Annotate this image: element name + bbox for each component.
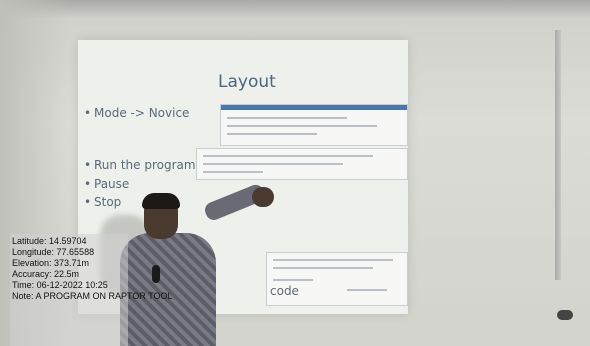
ceiling	[0, 0, 590, 18]
slide-screenshot	[220, 104, 408, 146]
presenter-hand	[252, 187, 274, 207]
slide-title: Layout	[218, 72, 276, 92]
slide-screenshot-line	[203, 163, 343, 165]
geotag-latitude: Latitude: 14.59704	[12, 236, 87, 246]
cctv-camera	[557, 310, 573, 320]
slide-bullet: Run the program	[84, 158, 196, 172]
presenter-shirt	[120, 233, 216, 346]
slide-screenshot-line	[203, 155, 373, 157]
slide-screenshot-line	[203, 171, 263, 173]
slide-screenshot-line	[227, 125, 377, 127]
slide-screenshot-line	[347, 289, 387, 291]
geotag-time: Time: 06-12-2022 10:25	[12, 280, 108, 290]
microphone	[152, 265, 160, 283]
slide-bullet: Mode -> Novice	[84, 106, 190, 120]
slide-screenshot-line	[227, 133, 317, 135]
geotag-longitude: Longitude: 77.65588	[12, 247, 95, 257]
slide-bullet: Pause	[84, 177, 129, 191]
photo-scene: Layout Mode -> Novice Run the program Pa…	[0, 0, 590, 346]
slide-code-text: code	[270, 284, 299, 298]
slide-bullet: Stop	[84, 195, 121, 209]
geotag-accuracy: Accuracy: 22.5m	[12, 269, 80, 279]
slide-screenshot-line	[273, 267, 373, 269]
slide-screenshot-titlebar	[221, 105, 407, 110]
geotag-elevation: Elevation: 373.71m	[12, 258, 90, 268]
slide-screenshot	[196, 148, 408, 180]
slide-screenshot-line	[273, 279, 313, 281]
presenter	[120, 182, 274, 346]
geotag-note: Note: A PROGRAM ON RAPTOR TOOL	[12, 291, 173, 301]
slide-screenshot-line	[227, 117, 347, 119]
wall-pipe	[555, 30, 561, 280]
slide-screenshot-line	[273, 259, 393, 261]
presenter-hair	[142, 193, 180, 209]
